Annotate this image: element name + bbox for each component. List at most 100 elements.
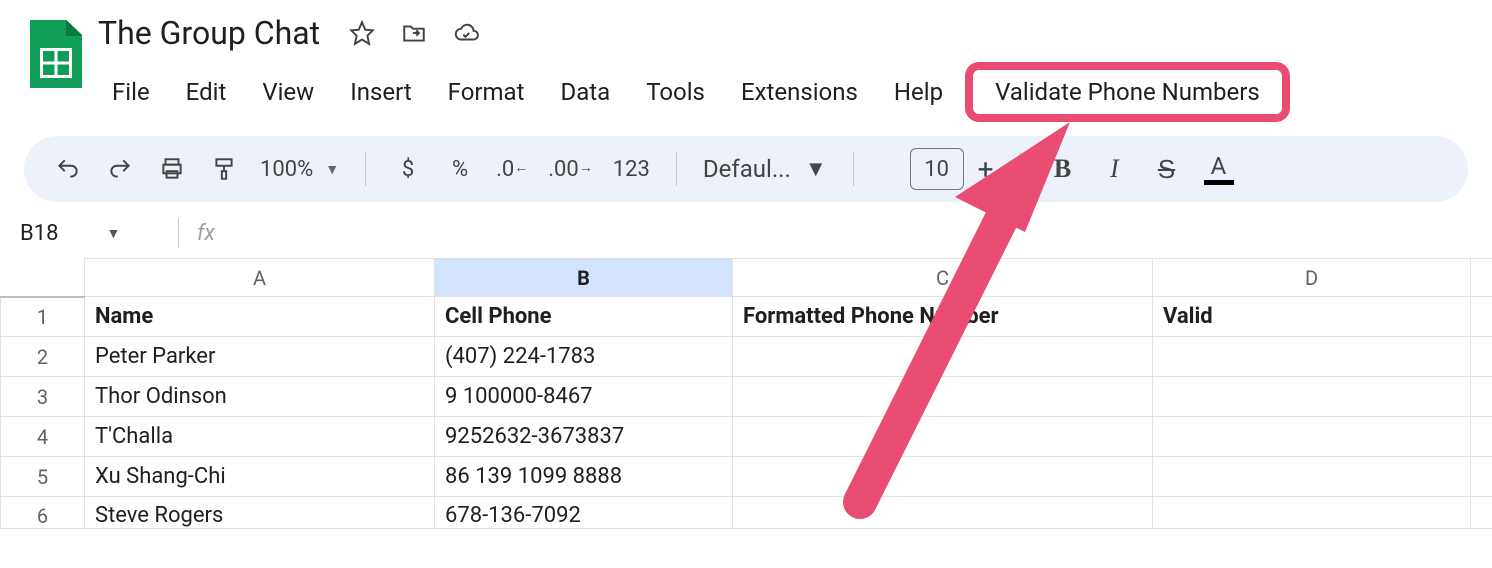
currency-button[interactable]: $ [392,151,424,187]
percent-button[interactable]: % [444,151,476,187]
cell[interactable] [1471,417,1492,457]
row-header[interactable]: 4 [1,417,85,457]
cell[interactable]: Valid [1153,297,1471,337]
cell[interactable]: Cell Phone [435,297,733,337]
caret-down-icon: ▼ [805,156,827,182]
cell[interactable] [1471,337,1492,377]
row-header[interactable]: 5 [1,457,85,497]
row-header[interactable]: 3 [1,377,85,417]
cloud-done-icon[interactable] [452,19,480,47]
table-row: 4 T'Challa 9252632-3673837 [1,417,1492,457]
cell[interactable] [733,457,1153,497]
undo-button[interactable] [52,151,84,187]
menubar: File Edit View Insert Format Data Tools … [94,62,1290,122]
column-header-B[interactable]: B [435,259,733,297]
document-title[interactable]: The Group Chat [94,12,324,54]
formula-input[interactable] [233,219,1472,247]
column-header-row: A B C D [1,259,1492,297]
cell[interactable] [1471,457,1492,497]
table-row: 5 Xu Shang-Chi 86 139 1099 8888 [1,457,1492,497]
cell[interactable] [733,417,1153,457]
menu-file[interactable]: File [94,72,168,112]
cell[interactable] [1153,457,1471,497]
row-header[interactable]: 2 [1,337,85,377]
row-header[interactable]: 1 [1,297,85,337]
menu-view[interactable]: View [244,72,332,112]
cell[interactable]: Name [85,297,435,337]
cell[interactable] [1153,337,1471,377]
star-icon[interactable] [348,19,376,47]
menu-validate-phone-numbers[interactable]: Validate Phone Numbers [965,62,1290,122]
caret-down-icon: ▼ [106,225,120,242]
cell[interactable] [733,497,1153,529]
name-box[interactable]: B18 ▼ [20,221,160,246]
font-size-input[interactable]: 10 [910,148,964,190]
cell[interactable]: Steve Rogers [85,497,435,529]
decrease-decimal-button[interactable]: .0← [496,151,528,187]
menu-data[interactable]: Data [542,72,628,112]
cell[interactable]: Peter Parker [85,337,435,377]
table-row: 3 Thor Odinson 9 100000-8467 [1,377,1492,417]
column-header-A[interactable]: A [85,259,435,297]
table-row: 2 Peter Parker (407) 224-1783 [1,337,1492,377]
menu-format[interactable]: Format [430,72,543,112]
cell[interactable]: 86 139 1099 8888 [435,457,733,497]
cell-reference: B18 [20,221,58,246]
font-size-control: − 10 + [880,148,994,190]
increase-decimal-button[interactable]: .00→ [548,151,593,187]
cell[interactable] [1471,497,1492,529]
cell[interactable]: Formatted Phone Number [733,297,1153,337]
bold-button[interactable]: B [1047,151,1079,187]
table-row: 6 Steve Rogers 678-136-7092 [1,497,1492,529]
caret-down-icon: ▼ [325,161,339,178]
more-formats-button[interactable]: 123 [613,151,650,187]
cell[interactable]: Thor Odinson [85,377,435,417]
zoom-value: 100% [260,157,313,182]
cell[interactable]: 678-136-7092 [435,497,733,529]
cell[interactable] [1153,377,1471,417]
menu-extensions[interactable]: Extensions [723,72,876,112]
print-button[interactable] [156,151,188,187]
select-all-corner[interactable] [1,259,85,297]
strikethrough-button[interactable]: S [1151,151,1183,187]
font-size-increase[interactable]: + [978,153,994,186]
spreadsheet-grid: A B C D 1 Name Cell Phone Formatted Phon… [0,258,1492,529]
cell[interactable]: T'Challa [85,417,435,457]
row-header[interactable]: 6 [1,497,85,529]
redo-button[interactable] [104,151,136,187]
cell[interactable] [1471,377,1492,417]
fx-icon: fx [197,221,215,246]
toolbar: 100% ▼ $ % .0← .00→ 123 Defaul... ▼ − 10… [24,136,1468,202]
cell[interactable] [733,337,1153,377]
menu-edit[interactable]: Edit [168,72,245,112]
toolbar-separator [853,152,854,186]
toolbar-separator [365,152,366,186]
column-header-next[interactable] [1471,259,1492,297]
column-header-C[interactable]: C [733,259,1153,297]
text-color-button[interactable]: A [1203,151,1235,187]
cell[interactable]: 9 100000-8467 [435,377,733,417]
column-header-D[interactable]: D [1153,259,1471,297]
color-underline [1204,180,1234,185]
table-row: 1 Name Cell Phone Formatted Phone Number… [1,297,1492,337]
move-folder-icon[interactable] [400,19,428,47]
menu-tools[interactable]: Tools [628,72,723,112]
cell[interactable] [1153,417,1471,457]
toolbar-separator [676,152,677,186]
cell[interactable] [733,377,1153,417]
menu-insert[interactable]: Insert [332,72,429,112]
zoom-dropdown[interactable]: 100% ▼ [260,157,339,182]
sheets-logo[interactable] [30,12,82,88]
divider [178,218,179,248]
cell[interactable] [1471,297,1492,337]
italic-button[interactable]: I [1099,151,1131,187]
paint-format-button[interactable] [208,151,240,187]
font-family-dropdown[interactable]: Defaul... ▼ [703,155,827,183]
menu-help[interactable]: Help [876,72,961,112]
cell[interactable]: 9252632-3673837 [435,417,733,457]
formula-bar-row: B18 ▼ fx [0,214,1492,258]
cell[interactable]: Xu Shang-Chi [85,457,435,497]
cell[interactable]: (407) 224-1783 [435,337,733,377]
cell[interactable] [1153,497,1471,529]
toolbar-separator [1020,152,1021,186]
